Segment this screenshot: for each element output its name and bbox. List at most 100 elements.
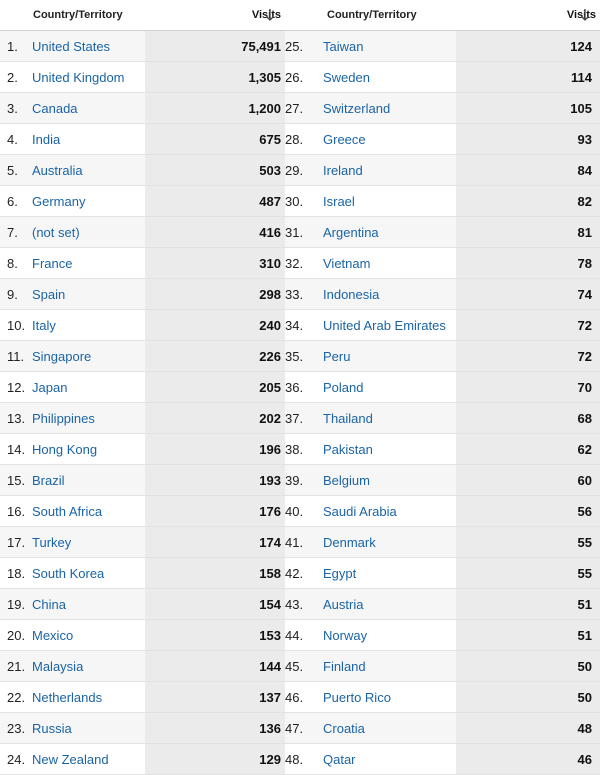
country-link[interactable]: Netherlands: [28, 682, 145, 713]
country-link[interactable]: United Arab Emirates: [322, 310, 456, 341]
row-rank: 35.: [285, 341, 322, 372]
country-visits-table: Country/Territory Visits Country/Territo…: [0, 0, 603, 775]
country-link[interactable]: Spain: [28, 279, 145, 310]
country-link[interactable]: Switzerland: [322, 93, 456, 124]
country-link[interactable]: Taiwan: [322, 31, 456, 62]
row-rank: 45.: [285, 651, 322, 682]
country-link[interactable]: Malaysia: [28, 651, 145, 682]
country-link[interactable]: Thailand: [322, 403, 456, 434]
country-link[interactable]: Indonesia: [322, 279, 456, 310]
visits-value: 70: [456, 372, 600, 403]
row-rank: 48.: [285, 744, 322, 775]
country-link[interactable]: Brazil: [28, 465, 145, 496]
visits-value: 55: [456, 527, 600, 558]
visits-value: 205: [145, 372, 285, 403]
country-link[interactable]: Mexico: [28, 620, 145, 651]
visits-value: 153: [145, 620, 285, 651]
country-link[interactable]: China: [28, 589, 145, 620]
country-link[interactable]: South Africa: [28, 496, 145, 527]
country-link[interactable]: Greece: [322, 124, 456, 155]
visits-value: 68: [456, 403, 600, 434]
arrow-down-icon[interactable]: [580, 8, 590, 22]
visits-value: 158: [145, 558, 285, 589]
country-link[interactable]: Qatar: [322, 744, 456, 775]
country-link[interactable]: Philippines: [28, 403, 145, 434]
country-link[interactable]: United States: [28, 31, 145, 62]
country-link[interactable]: Italy: [28, 310, 145, 341]
visits-column-header[interactable]: Visits: [456, 0, 600, 31]
visits-value: 675: [145, 124, 285, 155]
country-link[interactable]: Russia: [28, 713, 145, 744]
visits-value: 416: [145, 217, 285, 248]
row-rank: 12.: [0, 372, 28, 403]
row-rank: 24.: [0, 744, 28, 775]
visits-value: 75,491: [145, 31, 285, 62]
country-link[interactable]: Sweden: [322, 62, 456, 93]
row-rank: 34.: [285, 310, 322, 341]
row-rank: 3.: [0, 93, 28, 124]
row-rank: 36.: [285, 372, 322, 403]
country-link[interactable]: New Zealand: [28, 744, 145, 775]
row-rank: 4.: [0, 124, 28, 155]
country-link[interactable]: (not set): [28, 217, 145, 248]
country-link[interactable]: Poland: [322, 372, 456, 403]
visits-value: 56: [456, 496, 600, 527]
country-link[interactable]: South Korea: [28, 558, 145, 589]
row-rank: 15.: [0, 465, 28, 496]
country-column-header[interactable]: Country/Territory: [28, 0, 145, 31]
visits-value: 298: [145, 279, 285, 310]
country-link[interactable]: Peru: [322, 341, 456, 372]
country-link[interactable]: Canada: [28, 93, 145, 124]
country-link[interactable]: Saudi Arabia: [322, 496, 456, 527]
country-link[interactable]: Croatia: [322, 713, 456, 744]
country-link[interactable]: Ireland: [322, 155, 456, 186]
country-link[interactable]: Japan: [28, 372, 145, 403]
country-link[interactable]: Puerto Rico: [322, 682, 456, 713]
country-link[interactable]: Turkey: [28, 527, 145, 558]
visits-value: 93: [456, 124, 600, 155]
visits-value: 78: [456, 248, 600, 279]
row-rank: 31.: [285, 217, 322, 248]
country-link[interactable]: Australia: [28, 155, 145, 186]
country-link[interactable]: Singapore: [28, 341, 145, 372]
country-link[interactable]: Vietnam: [322, 248, 456, 279]
country-link[interactable]: Finland: [322, 651, 456, 682]
visits-value: 81: [456, 217, 600, 248]
visits-value: 50: [456, 682, 600, 713]
visits-value: 503: [145, 155, 285, 186]
row-rank: 39.: [285, 465, 322, 496]
country-link[interactable]: Austria: [322, 589, 456, 620]
country-link[interactable]: Belgium: [322, 465, 456, 496]
country-link[interactable]: Denmark: [322, 527, 456, 558]
country-link[interactable]: Israel: [322, 186, 456, 217]
country-link[interactable]: United Kingdom: [28, 62, 145, 93]
visits-value: 72: [456, 310, 600, 341]
visits-value: 50: [456, 651, 600, 682]
visits-value: 74: [456, 279, 600, 310]
country-link[interactable]: India: [28, 124, 145, 155]
visits-value: 174: [145, 527, 285, 558]
visits-value: 310: [145, 248, 285, 279]
country-link[interactable]: Norway: [322, 620, 456, 651]
country-link[interactable]: Argentina: [322, 217, 456, 248]
visits-value: 46: [456, 744, 600, 775]
visits-value: 240: [145, 310, 285, 341]
visits-column-header[interactable]: Visits: [145, 0, 285, 31]
country-link[interactable]: Pakistan: [322, 434, 456, 465]
visits-value: 487: [145, 186, 285, 217]
country-link[interactable]: Hong Kong: [28, 434, 145, 465]
visits-value: 62: [456, 434, 600, 465]
row-rank: 43.: [285, 589, 322, 620]
country-link[interactable]: France: [28, 248, 145, 279]
country-column-header[interactable]: Country/Territory: [322, 0, 456, 31]
visits-value: 176: [145, 496, 285, 527]
country-link[interactable]: Germany: [28, 186, 145, 217]
row-rank: 25.: [285, 31, 322, 62]
row-rank: 28.: [285, 124, 322, 155]
visits-value: 202: [145, 403, 285, 434]
arrow-down-icon[interactable]: [265, 8, 275, 22]
visits-value: 144: [145, 651, 285, 682]
visits-value: 129: [145, 744, 285, 775]
country-link[interactable]: Egypt: [322, 558, 456, 589]
row-rank: 16.: [0, 496, 28, 527]
